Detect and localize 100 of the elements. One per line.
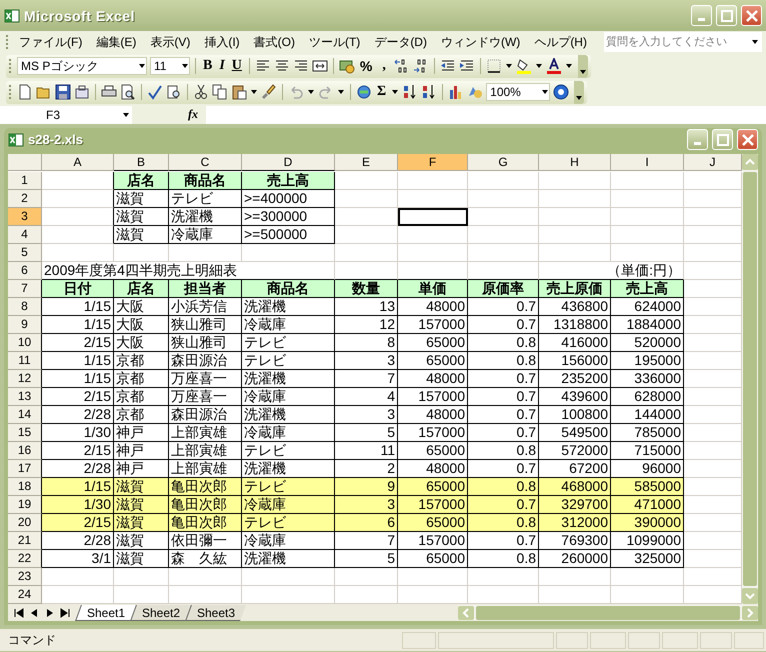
row-header[interactable]: 10 — [8, 334, 42, 352]
copy-icon[interactable] — [212, 84, 228, 100]
caret-icon[interactable] — [122, 110, 130, 118]
minimize-button[interactable] — [691, 5, 712, 26]
column-header[interactable]: E — [335, 154, 398, 171]
row-header[interactable]: 12 — [8, 370, 42, 388]
cut-icon[interactable] — [193, 84, 209, 100]
autosum-button[interactable]: Σ — [375, 82, 388, 102]
row-header[interactable]: 11 — [8, 352, 42, 370]
row-header[interactable]: 14 — [8, 406, 42, 424]
menu-item[interactable]: ウィンドウ(W) — [434, 32, 526, 52]
permission-icon[interactable] — [74, 84, 90, 100]
row-header[interactable]: 19 — [8, 496, 42, 514]
menu-item[interactable]: データ(D) — [368, 32, 433, 52]
selected-cell[interactable] — [398, 208, 468, 226]
bold-button[interactable]: B — [201, 56, 214, 76]
help-search-field[interactable]: 質問を入力してください — [604, 32, 762, 52]
caret-icon[interactable] — [541, 88, 550, 96]
underline-button[interactable]: U — [230, 56, 244, 76]
column-header[interactable]: J — [684, 154, 742, 171]
row-header[interactable]: 8 — [8, 298, 42, 316]
vertical-scrollbar[interactable] — [742, 154, 758, 604]
menu-item[interactable]: 挿入(I) — [198, 32, 246, 52]
caret-icon[interactable] — [181, 62, 189, 70]
row-header[interactable]: 15 — [8, 424, 42, 442]
row-header[interactable]: 23 — [8, 568, 42, 586]
maximize-button[interactable] — [712, 129, 733, 150]
menu-item[interactable]: ファイル(F) — [13, 32, 88, 52]
save-icon[interactable] — [55, 84, 71, 100]
column-header[interactable]: I — [611, 154, 684, 171]
select-all-button[interactable] — [8, 154, 42, 171]
row-header[interactable]: 20 — [8, 514, 42, 532]
row-header[interactable]: 3 — [8, 208, 42, 226]
column-header[interactable]: G — [468, 154, 539, 171]
fill-color-icon[interactable] — [516, 58, 532, 74]
font-color-icon[interactable] — [546, 58, 562, 74]
menu-item[interactable]: ヘルプ(H) — [528, 32, 593, 52]
row-header[interactable]: 9 — [8, 316, 42, 334]
name-box[interactable]: F3 — [0, 106, 132, 124]
formula-input[interactable] — [206, 106, 766, 124]
horizontal-scrollbar[interactable] — [458, 605, 758, 620]
row-header[interactable]: 5 — [8, 244, 42, 262]
maximize-button[interactable] — [716, 5, 737, 26]
italic-button[interactable]: I — [217, 56, 227, 76]
column-header[interactable]: A — [42, 154, 114, 171]
zoom-dropdown[interactable]: 100% — [486, 83, 550, 101]
currency-icon[interactable] — [338, 58, 355, 74]
row-header[interactable]: 21 — [8, 532, 42, 550]
menu-item[interactable]: 書式(O) — [248, 32, 301, 52]
toolbar-options-button[interactable] — [578, 54, 588, 78]
borders-icon[interactable] — [486, 58, 502, 74]
toolbar-options-button[interactable] — [574, 80, 584, 104]
merge-center-icon[interactable] — [312, 58, 328, 74]
table-cell: 144000 — [611, 406, 684, 424]
caret-icon[interactable] — [534, 62, 543, 70]
row-header[interactable]: 13 — [8, 388, 42, 406]
row-header[interactable]: 18 — [8, 478, 42, 496]
row-header[interactable]: 22 — [8, 550, 42, 568]
column-header[interactable]: H — [539, 154, 611, 171]
menu-item[interactable]: 表示(V) — [144, 32, 196, 52]
column-header[interactable]: B — [114, 154, 169, 171]
row-header[interactable]: 17 — [8, 460, 42, 478]
row-header[interactable]: 2 — [8, 190, 42, 208]
sheet-tab[interactable]: Sheet3 — [185, 604, 246, 620]
row-header[interactable]: 7 — [8, 280, 42, 298]
help-icon[interactable] — [553, 84, 570, 100]
close-button[interactable] — [741, 5, 762, 26]
sheet-tab[interactable]: Sheet2 — [130, 604, 191, 620]
paste-icon[interactable] — [231, 84, 247, 100]
caret-icon[interactable] — [751, 38, 759, 46]
caret-icon[interactable] — [504, 62, 513, 70]
row-header[interactable]: 6 — [8, 262, 42, 280]
insert-function-button[interactable]: fx — [132, 107, 206, 122]
column-header[interactable]: C — [169, 154, 242, 171]
caret-icon[interactable] — [250, 88, 258, 96]
sort-descending-icon[interactable] — [421, 84, 438, 100]
row-header[interactable]: 16 — [8, 442, 42, 460]
row-header[interactable]: 24 — [8, 586, 42, 604]
minimize-button[interactable] — [687, 129, 708, 150]
column-header[interactable]: D — [242, 154, 335, 171]
format-painter-icon[interactable] — [261, 84, 277, 100]
font-size-dropdown[interactable]: 11 — [150, 57, 190, 75]
sort-ascending-icon[interactable] — [402, 84, 418, 100]
close-button[interactable] — [737, 129, 758, 150]
font-dropdown[interactable]: MS Pゴシック — [17, 57, 147, 75]
caret-icon[interactable] — [391, 88, 400, 96]
spelling-icon[interactable] — [147, 84, 163, 100]
column-header[interactable]: F — [398, 154, 468, 171]
caret-icon[interactable] — [138, 62, 146, 70]
print-preview-icon[interactable] — [120, 84, 136, 100]
menu-item[interactable]: ツール(T) — [302, 32, 366, 52]
percent-button[interactable]: % — [358, 56, 374, 76]
research-icon[interactable] — [166, 84, 182, 100]
row-header[interactable]: 4 — [8, 226, 42, 244]
row-header[interactable]: 1 — [8, 172, 42, 190]
comma-button[interactable]: , — [377, 56, 391, 76]
sheet-tab[interactable]: Sheet1 — [75, 604, 136, 620]
hyperlink-icon[interactable] — [356, 84, 372, 100]
menu-item[interactable]: 編集(E) — [90, 32, 142, 52]
new-document-icon[interactable] — [17, 84, 33, 100]
